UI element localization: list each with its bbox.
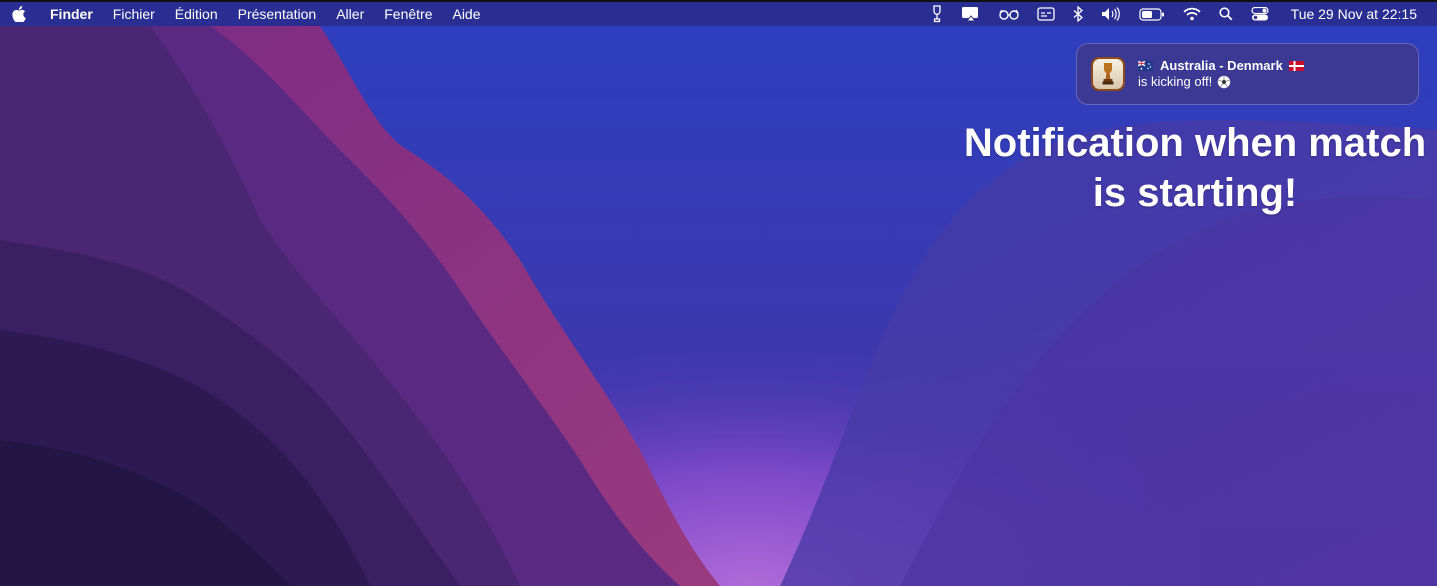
soccer-ball-icon: [1217, 75, 1231, 88]
glasses-icon[interactable]: [998, 2, 1019, 26]
notification-match: Australia - Denmark: [1160, 58, 1283, 73]
menu-item-aide[interactable]: Aide: [452, 6, 480, 22]
promo-headline: Notification when match is starting!: [960, 118, 1430, 218]
headline-line-1: Notification when match: [963, 121, 1427, 165]
notification-body: is kicking off!: [1138, 74, 1231, 89]
menu-bar-status: Tue 29 Nov at 22:15: [913, 2, 1417, 26]
bluetooth-icon[interactable]: [1073, 2, 1083, 26]
search-icon[interactable]: [1219, 2, 1233, 26]
world-cup-app-icon: [1091, 57, 1125, 91]
denmark-flag: [1288, 60, 1304, 71]
notification-banner[interactable]: Australia - Denmark is kicking off!: [1076, 43, 1419, 105]
trophy-icon[interactable]: [931, 2, 943, 26]
menu-item-fichier[interactable]: Fichier: [113, 6, 155, 22]
menu-bar-left: Finder Fichier Édition Présentation Alle…: [12, 2, 501, 26]
caption-icon[interactable]: [1037, 2, 1055, 26]
menu-clock[interactable]: Tue 29 Nov at 22:15: [1291, 6, 1417, 22]
australia-flag: [1138, 60, 1153, 71]
notification-message: is kicking off!: [1138, 74, 1213, 89]
apple-menu-icon[interactable]: [12, 6, 28, 22]
notification-title: Australia - Denmark: [1138, 58, 1304, 73]
menu-item-edition[interactable]: Édition: [175, 6, 218, 22]
menu-item-fenetre[interactable]: Fenêtre: [384, 6, 432, 22]
control-center-icon[interactable]: [1251, 2, 1269, 26]
headline-line-2: is starting!: [1092, 171, 1298, 215]
menu-bar: Finder Fichier Édition Présentation Alle…: [0, 0, 1437, 26]
menu-app-name[interactable]: Finder: [50, 6, 93, 22]
volume-icon[interactable]: [1101, 2, 1121, 26]
menu-item-presentation[interactable]: Présentation: [238, 6, 317, 22]
wifi-icon[interactable]: [1183, 2, 1201, 26]
screen-mirroring-icon[interactable]: [961, 2, 981, 26]
battery-icon[interactable]: [1139, 2, 1165, 26]
menu-item-aller[interactable]: Aller: [336, 6, 364, 22]
